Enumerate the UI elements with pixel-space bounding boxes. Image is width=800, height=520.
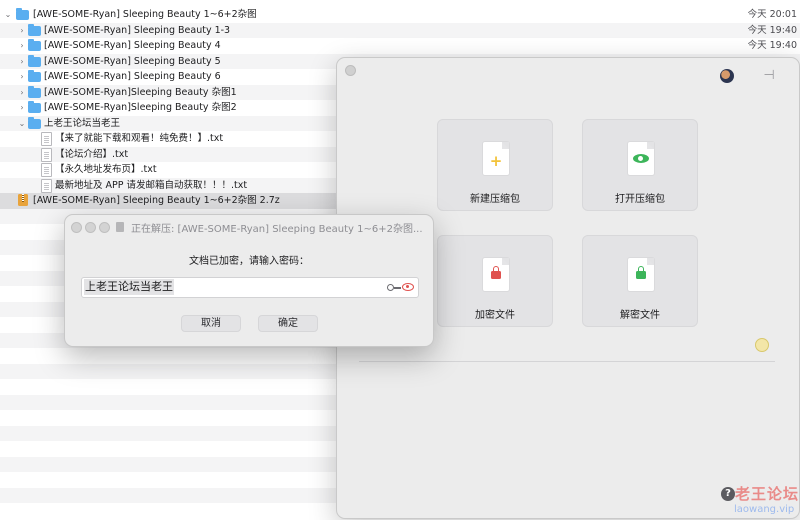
chevron-right-icon[interactable]: › [17, 54, 27, 70]
item-name: [AWE-SOME-Ryan] Sleeping Beauty 1~6+2杂图 [33, 9, 257, 20]
list-item[interactable]: › [AWE-SOME-Ryan] Sleeping Beauty 4 今天 1… [0, 38, 800, 54]
item-name: [AWE-SOME-Ryan] Sleeping Beauty 1~6+2杂图 … [33, 195, 280, 206]
list-item[interactable]: ⌄ [AWE-SOME-Ryan] Sleeping Beauty 1~6+2杂… [0, 7, 800, 23]
password-value[interactable]: 上老王论坛当老王 [84, 279, 174, 295]
item-date: 今天 19:40 [747, 24, 797, 36]
item-name: 上老王论坛当老王 [44, 117, 121, 129]
password-dialog: 正在解压: [AWE-SOME-Ryan] Sleeping Beauty 1~… [64, 214, 434, 347]
window-close-button[interactable] [345, 65, 356, 76]
dialog-title: 正在解压: [AWE-SOME-Ryan] Sleeping Beauty 1~… [131, 224, 423, 235]
unlock-icon [636, 266, 646, 279]
cancel-button[interactable]: 取消 [181, 315, 241, 332]
theme-toggle-icon[interactable] [755, 338, 769, 352]
lock-icon [491, 266, 501, 279]
avatar[interactable] [720, 69, 734, 83]
file-icon [628, 142, 654, 175]
help-icon[interactable]: ? [721, 487, 735, 501]
text-file-icon [41, 163, 52, 177]
folder-icon [28, 70, 41, 82]
card-label: 新建压缩包 [470, 194, 520, 205]
watermark-text: 老王论坛 [735, 485, 800, 503]
item-date: 今天 20:01 [747, 9, 797, 20]
ok-button[interactable]: 确定 [258, 315, 318, 332]
list-item[interactable]: › [AWE-SOME-Ryan] Sleeping Beauty 1-3 今天… [0, 22, 800, 39]
pin-icon[interactable]: ⊣ [761, 68, 777, 84]
chevron-right-icon[interactable]: › [17, 38, 27, 54]
text-file-icon [41, 147, 52, 162]
archive-icon [18, 194, 28, 206]
eye-icon [633, 154, 649, 163]
item-name: 【论坛介绍】.txt [55, 148, 129, 160]
dialog-minimize-button[interactable] [85, 222, 96, 233]
card-label: 解密文件 [620, 310, 660, 321]
item-date: 今天 19:40 [747, 40, 797, 51]
item-name: [AWE-SOME-Ryan] Sleeping Beauty 1-3 [44, 24, 231, 36]
card-label: 打开压缩包 [615, 194, 665, 205]
folder-icon [28, 39, 41, 51]
file-icon [628, 258, 654, 291]
folder-icon [28, 116, 41, 129]
file-icon [483, 258, 509, 291]
item-name: [AWE-SOME-Ryan]Sleeping Beauty 杂图2 [44, 102, 237, 113]
file-icon: + [483, 142, 509, 175]
item-name: 【来了就能下载和观看！纯免费！】.txt [55, 133, 224, 144]
watermark-url: laowang.vip [734, 504, 795, 515]
chevron-right-icon[interactable]: › [17, 69, 27, 85]
plus-icon: + [489, 152, 503, 170]
key-icon[interactable] [387, 283, 401, 291]
text-file-icon [41, 132, 52, 146]
item-name: [AWE-SOME-Ryan]Sleeping Beauty 杂图1 [44, 86, 237, 98]
item-name: [AWE-SOME-Ryan] Sleeping Beauty 4 [44, 40, 221, 51]
encrypt-file-button[interactable]: 加密文件 [437, 235, 553, 327]
open-archive-button[interactable]: 打开压缩包 [582, 119, 698, 211]
decrypt-file-button[interactable]: 解密文件 [582, 235, 698, 327]
password-field[interactable]: 上老王论坛当老王 [81, 277, 419, 298]
text-file-icon [41, 178, 52, 193]
folder-icon [28, 85, 41, 98]
archive-title-icon [116, 222, 124, 232]
folder-icon [28, 23, 41, 36]
chevron-right-icon[interactable]: › [17, 23, 27, 39]
folder-icon [28, 54, 41, 67]
new-archive-button[interactable]: + 新建压缩包 [437, 119, 553, 211]
item-name: 最新地址及 APP 请发邮箱自动获取！！！.txt [55, 179, 248, 191]
dialog-zoom-button[interactable] [99, 222, 110, 233]
folder-icon [16, 8, 29, 20]
dialog-close-button[interactable] [71, 222, 82, 233]
chevron-right-icon[interactable]: › [17, 85, 27, 101]
folder-icon [28, 101, 41, 113]
card-label: 加密文件 [475, 310, 515, 321]
item-name: 【永久地址发布页】.txt [55, 164, 157, 175]
divider [359, 361, 775, 362]
chevron-down-icon[interactable]: ⌄ [3, 7, 13, 23]
show-password-eye-icon[interactable] [402, 283, 414, 291]
chevron-right-icon[interactable]: › [17, 100, 27, 116]
chevron-down-icon[interactable]: ⌄ [17, 116, 27, 132]
item-name: [AWE-SOME-Ryan] Sleeping Beauty 5 [44, 55, 221, 67]
item-name: [AWE-SOME-Ryan] Sleeping Beauty 6 [44, 71, 221, 82]
password-prompt: 文档已加密，请输入密码： [189, 256, 309, 267]
